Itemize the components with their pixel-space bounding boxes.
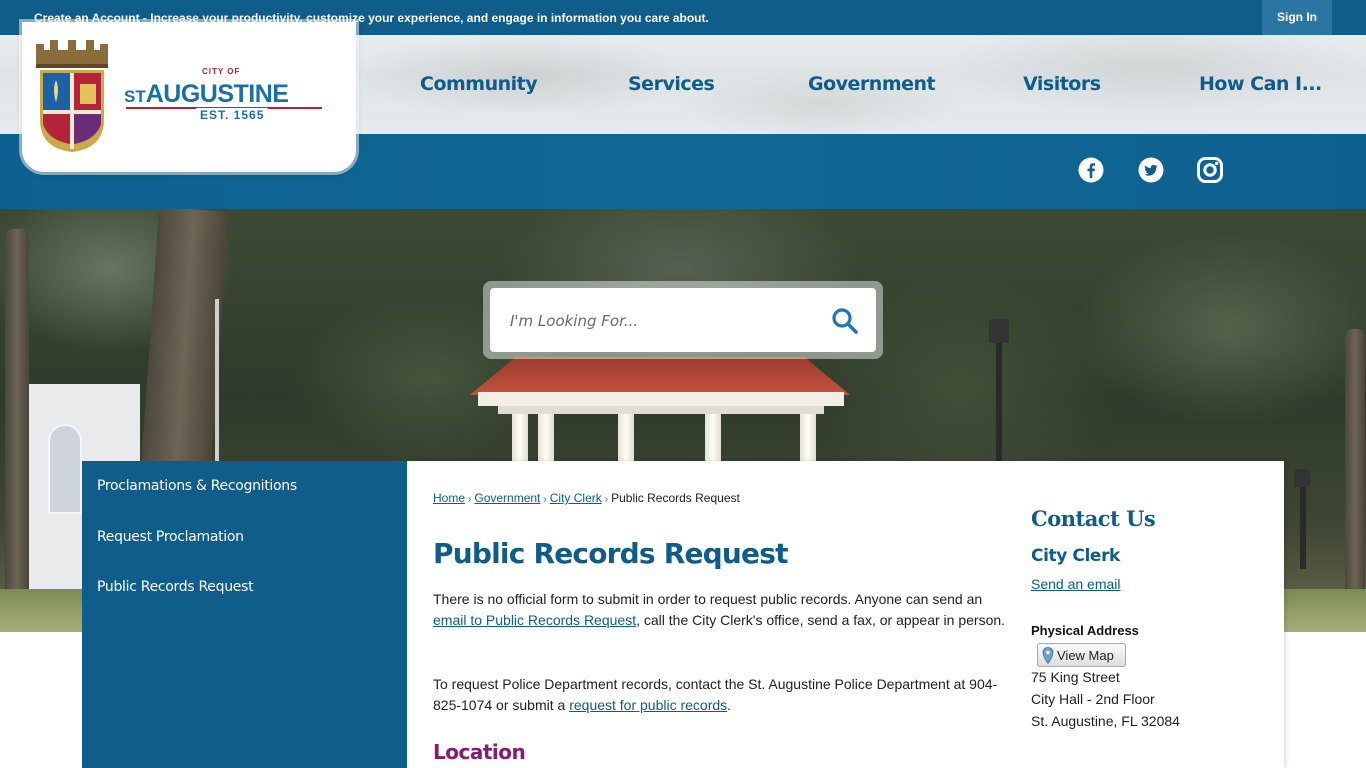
contact-department: City Clerk [1031, 546, 1120, 566]
police-records-request-link[interactable]: request for public records [569, 697, 727, 713]
hero-lamp-post [996, 339, 1002, 464]
sidebar-item-public-records[interactable]: Public Records Request [97, 579, 254, 595]
breadcrumb-separator: › [604, 494, 609, 505]
address-line-street: 75 King Street [1031, 669, 1120, 685]
logo-name-prefix: ST [124, 87, 146, 106]
hero-lamp-post [1300, 479, 1306, 569]
page-title: Public Records Request [433, 537, 788, 570]
search-input[interactable] [510, 305, 810, 337]
police-text-end: . [727, 697, 732, 713]
logo-wordmark: STAUGUSTINE [124, 80, 289, 109]
hero-gazebo-column [618, 414, 634, 462]
sidebar [82, 461, 407, 768]
hero-lamp [989, 319, 1009, 343]
instagram-icon[interactable] [1197, 157, 1223, 183]
view-map-button[interactable]: View Map [1037, 643, 1126, 667]
hero-gazebo-band [478, 392, 844, 406]
breadcrumb-city-clerk[interactable]: City Clerk [550, 491, 602, 505]
address-line-building: City Hall - 2nd Floor [1031, 691, 1155, 707]
sidebar-item-proclamations[interactable]: Proclamations & Recognitions [97, 478, 297, 494]
hero-gazebo-band [498, 406, 824, 414]
city-logo[interactable]: CITY OF STAUGUSTINE EST. 1565 [22, 22, 356, 172]
logo-name-main: AUGUSTINE [145, 80, 289, 108]
view-map-label: View Map [1057, 648, 1114, 663]
city-crest-icon [36, 40, 108, 152]
hero-church-window [48, 424, 82, 514]
contact-heading: Contact Us [1031, 506, 1156, 531]
nav-community[interactable]: Community [420, 73, 538, 95]
hero-gazebo-column [705, 414, 721, 462]
email-public-records-link[interactable]: email to Public Records Request [433, 612, 636, 628]
send-email-link[interactable]: Send an email [1031, 576, 1121, 592]
intro-paragraph: There is no official form to submit in o… [433, 589, 1007, 631]
hero-gazebo-roof [470, 357, 850, 395]
hero-lamp [1294, 469, 1310, 487]
nav-services[interactable]: Services [628, 73, 715, 95]
logo-city-of: CITY OF [202, 67, 241, 76]
breadcrumb-home[interactable]: Home [433, 491, 465, 505]
sign-in-button[interactable]: Sign In [1262, 0, 1332, 35]
address-label: Physical Address [1031, 623, 1139, 638]
nav-government[interactable]: Government [808, 73, 936, 95]
intro-text: There is no official form to submit in o… [433, 591, 983, 607]
sidebar-item-request-proclamation[interactable]: Request Proclamation [97, 529, 244, 545]
hero-tree-trunk [5, 229, 29, 609]
breadcrumb-separator: › [468, 494, 472, 505]
hero-gazebo-column [538, 414, 554, 462]
breadcrumb-government[interactable]: Government [474, 491, 540, 505]
address-line-city: St. Augustine, FL 32084 [1031, 713, 1180, 729]
nav-visitors[interactable]: Visitors [1023, 73, 1101, 95]
location-heading: Location [433, 740, 526, 764]
hero-lamp-post [215, 299, 219, 464]
search-icon[interactable] [829, 305, 861, 337]
breadcrumb-current: Public Records Request [611, 491, 740, 505]
map-pin-icon [1042, 647, 1054, 664]
nav-how-can-i[interactable]: How Can I... [1199, 73, 1322, 95]
logo-established: EST. 1565 [196, 108, 269, 122]
hero-gazebo-column [800, 414, 816, 462]
intro-text-end: , call the City Clerk's office, send a f… [636, 612, 1006, 628]
twitter-icon[interactable] [1138, 157, 1164, 183]
facebook-icon[interactable] [1078, 157, 1104, 183]
breadcrumb-separator: › [543, 494, 547, 505]
breadcrumb: Home › Government › City Clerk › Public Record… [433, 491, 740, 505]
police-records-paragraph: To request Police Department records, co… [433, 674, 1007, 716]
hero-gazebo-column [512, 414, 528, 462]
hero-tree-trunk [1345, 329, 1365, 629]
